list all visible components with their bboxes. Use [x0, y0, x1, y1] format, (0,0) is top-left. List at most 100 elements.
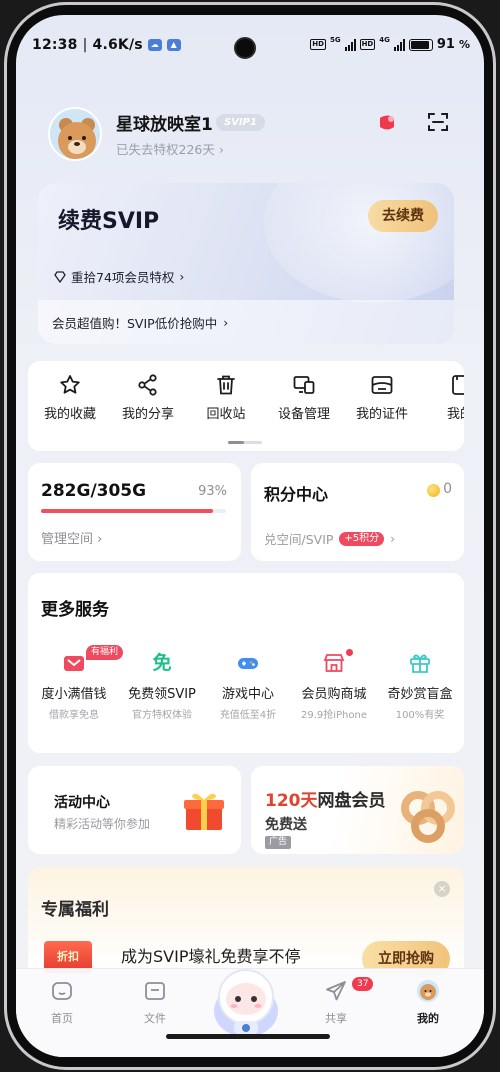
- service-sub: 29.9抢iPhone: [300, 710, 368, 721]
- free-icon: 免: [152, 652, 172, 674]
- star-icon: [60, 375, 80, 394]
- ad-subtitle: 免费送: [265, 817, 307, 833]
- screen: 12:38 | 4.6K/s ☁ ▲ HD 5G HD 4G 91% 星球放映室…: [16, 15, 484, 1057]
- chevron-right-icon: ›: [218, 142, 224, 157]
- quick-action-id-cards[interactable]: 我的证件: [346, 373, 418, 422]
- service-sub: 官方特权体验: [132, 710, 192, 721]
- service-blind-box[interactable]: 奇妙赏盲盒 100%有奖: [376, 651, 464, 721]
- diamond-icon: [54, 270, 66, 283]
- avatar[interactable]: [48, 107, 102, 161]
- activity-title: 活动中心: [54, 795, 110, 811]
- card-icon: [452, 375, 464, 395]
- front-camera: [234, 37, 256, 59]
- blindbox-icon: [410, 654, 430, 673]
- home-icon: [52, 982, 72, 1000]
- privilege-lost-text[interactable]: 已失去特权226天 ›: [116, 139, 224, 158]
- svip-deal-link[interactable]: 会员超值购！SVIP低价抢购中 ›: [52, 313, 228, 332]
- tab-home[interactable]: 首页: [32, 979, 92, 1026]
- quick-action-more[interactable]: 我的: [424, 373, 464, 422]
- points-title: 积分中心: [264, 485, 329, 504]
- scroll-indicator: [228, 441, 262, 444]
- signal-icon-2: [393, 38, 405, 51]
- svip-deal-text: 会员超值购！SVIP低价抢购中: [52, 316, 218, 331]
- astronaut-mascot-icon[interactable]: [204, 959, 288, 1043]
- storage-progress-bar: [41, 509, 226, 513]
- coin-icon: [427, 484, 440, 497]
- activity-center-card[interactable]: 活动中心 精彩活动等你参加: [28, 766, 241, 854]
- battery-level: 91: [436, 37, 455, 52]
- battery-percent-sign: %: [458, 38, 470, 51]
- service-name: 奇妙赏盲盒: [387, 687, 453, 702]
- username[interactable]: 星球放映室1: [116, 110, 213, 135]
- shared-count-badge: 37: [352, 977, 374, 991]
- manage-space-label: 管理空间: [41, 532, 94, 547]
- points-value: 0: [443, 481, 452, 497]
- service-free-svip[interactable]: 免 免费领SVIP 官方特权体验: [118, 651, 206, 721]
- scan-icon[interactable]: [426, 110, 450, 134]
- services-title: 更多服务: [41, 600, 109, 620]
- service-name: 会员购商城: [301, 687, 367, 702]
- phone-frame: 12:38 | 4.6K/s ☁ ▲ HD 5G HD 4G 91% 星球放映室…: [4, 2, 496, 1070]
- app-notif-icon-2: ▲: [166, 39, 181, 51]
- folder-icon: [145, 982, 165, 1000]
- exclusive-title: 专属福利: [41, 900, 109, 920]
- gift-icon[interactable]: [376, 111, 398, 133]
- more-services-card: 更多服务 度小满借钱 借款享免息 有福利 免 免费领SVIP 官方特权体验 游戏…: [28, 573, 464, 753]
- service-name: 游戏中心: [221, 687, 274, 702]
- tab-files[interactable]: 文件: [125, 979, 185, 1026]
- close-icon[interactable]: ×: [434, 881, 450, 897]
- points-redeem-link[interactable]: 兑空间/SVIP +5积分 ›: [264, 529, 395, 548]
- share-icon: [138, 374, 157, 396]
- trash-icon: [217, 375, 235, 395]
- renew-button[interactable]: 去续费: [368, 200, 438, 232]
- service-game-center[interactable]: 游戏中心 充值低至4折: [204, 651, 292, 721]
- app-notif-icon: ☁: [147, 39, 162, 51]
- quick-action-favorites[interactable]: 我的收藏: [34, 373, 106, 422]
- phone-bezel: 12:38 | 4.6K/s ☁ ▲ HD 5G HD 4G 91% 星球放映室…: [7, 5, 493, 1067]
- quick-actions-card: 我的收藏 我的分享 回收站 设备管理 我的证件 我的: [28, 361, 464, 451]
- tab-label: 我的: [417, 1012, 439, 1025]
- status-divider: |: [82, 37, 88, 53]
- points-center-card[interactable]: 积分中心 0 兑空间/SVIP +5积分 ›: [251, 463, 464, 561]
- storage-card[interactable]: 282G/305G 93% 管理空间 ›: [28, 463, 241, 561]
- status-net-speed: 4.6K/s: [92, 37, 143, 53]
- quick-action-devices[interactable]: 设备管理: [268, 373, 340, 422]
- baidu-netdisk-logo-icon: [401, 791, 455, 843]
- service-loan[interactable]: 度小满借钱 借款享免息: [30, 651, 118, 721]
- hd-icon: HD: [310, 39, 326, 50]
- ad-title-rest: 网盘会员: [317, 791, 386, 811]
- points-redeem-text: 兑空间/SVIP: [264, 532, 334, 547]
- quick-action-label: 回收站: [206, 407, 246, 422]
- service-sub: 充值低至4折: [219, 710, 277, 721]
- service-sub: 100%有奖: [395, 710, 445, 721]
- shop-icon: [323, 654, 345, 672]
- restore-privileges-link[interactable]: 重拾74项会员特权 ›: [54, 267, 184, 286]
- loan-icon: [64, 656, 84, 671]
- ad-banner[interactable]: 120天网盘会员 免费送 广告: [251, 766, 464, 854]
- manage-space-link[interactable]: 管理空间 ›: [41, 528, 102, 547]
- quick-action-label: 我的: [446, 407, 464, 422]
- ad-title-highlight: 120天: [265, 791, 318, 811]
- tab-label: 首页: [51, 1012, 73, 1025]
- quick-action-shares[interactable]: 我的分享: [112, 373, 184, 422]
- gamepad-icon: [238, 658, 258, 669]
- service-sub: 借款享免息: [49, 710, 99, 721]
- tab-mine[interactable]: 我的: [398, 979, 458, 1026]
- service-member-shop[interactable]: 会员购商城 29.9抢iPhone: [290, 651, 378, 721]
- storage-used: 282G/305G: [41, 481, 147, 501]
- avatar-icon: [417, 980, 439, 1002]
- storage-percent: 93%: [198, 484, 227, 499]
- status-right: HD 5G HD 4G 91%: [310, 37, 470, 52]
- svip-renew-card[interactable]: 续费SVIP 去续费 重拾74项会员特权 › 会员超值购！SVIP低价抢购中 ›: [38, 183, 454, 344]
- signal-icon: [344, 38, 356, 51]
- devices-icon: [293, 376, 315, 394]
- net-4g-label: 4G: [379, 36, 390, 44]
- svip-level-badge: SVIP1: [216, 114, 265, 131]
- notification-dot: [346, 649, 353, 656]
- points-bonus-badge: +5积分: [339, 531, 385, 546]
- status-left: 12:38 | 4.6K/s ☁ ▲: [32, 37, 181, 53]
- quick-action-recycle-bin[interactable]: 回收站: [190, 373, 262, 422]
- chevron-right-icon: ›: [390, 531, 396, 546]
- chevron-right-icon: ›: [223, 315, 229, 330]
- home-indicator: [166, 1034, 330, 1039]
